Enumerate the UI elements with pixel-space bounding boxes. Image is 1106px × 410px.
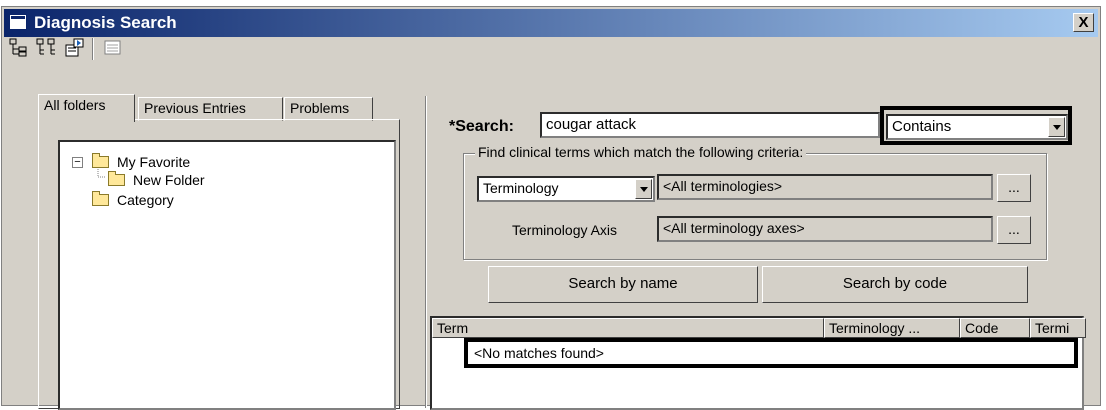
search-by-code-button[interactable]: Search by code [762,266,1028,303]
window-icon [9,14,27,30]
tree-expand-icon[interactable] [36,37,58,59]
tree-view-icon[interactable] [8,37,30,59]
close-button[interactable]: X [1073,13,1094,32]
title-bar[interactable]: Diagnosis Search X [4,9,1098,37]
browse-axes-button[interactable]: ... [997,216,1031,244]
tab-problems[interactable]: Problems [284,97,373,121]
folder-tree[interactable]: − My Favorite New Folder Category [58,140,396,410]
folder-icon [92,191,109,206]
search-input[interactable]: cougar attack [540,112,880,138]
column-header-term[interactable]: Term [432,318,824,338]
tree-item-label: My Favorite [117,154,191,170]
tab-previous-entries[interactable]: Previous Entries [138,97,283,121]
tree-item-category[interactable]: Category [92,191,174,208]
search-by-name-button[interactable]: Search by name [488,266,758,303]
search-mode-highlight [880,106,1072,145]
terminology-axis-field: <All terminology axes> [657,216,993,242]
terminology-type-select[interactable]: Terminology [477,176,655,202]
search-label: *Search: [449,118,514,135]
folder-icon [92,153,109,168]
toolbar-separator [92,38,94,60]
tree-item-new-folder[interactable]: New Folder [108,171,205,188]
panel-divider[interactable] [425,96,427,408]
new-folder-icon[interactable] [64,37,86,59]
tree-item-label: New Folder [133,172,205,188]
tab-all-folders[interactable]: All folders [38,94,135,122]
tree-item-my-favorite[interactable]: My Favorite [92,153,191,170]
column-header-terminology[interactable]: Terminology ... [824,318,960,338]
column-header-code[interactable]: Code [960,318,1030,338]
criteria-legend: Find clinical terms which match the foll… [475,144,807,160]
chevron-down-icon[interactable] [635,179,652,199]
criteria-group [463,153,1047,260]
column-header-terminology-2[interactable]: Termi [1030,318,1086,338]
terminology-axis-label: Terminology Axis [512,222,618,238]
folder-icon [108,171,125,186]
browse-terminologies-button[interactable]: ... [997,174,1031,202]
tree-item-label: Category [117,192,174,208]
window-title: Diagnosis Search [34,13,177,32]
terminologies-field: <All terminologies> [657,174,993,200]
collapse-icon[interactable]: − [72,157,83,168]
no-matches-highlight [464,338,1078,368]
details-view-icon[interactable] [102,37,124,59]
terminology-type-value: Terminology [483,180,559,196]
